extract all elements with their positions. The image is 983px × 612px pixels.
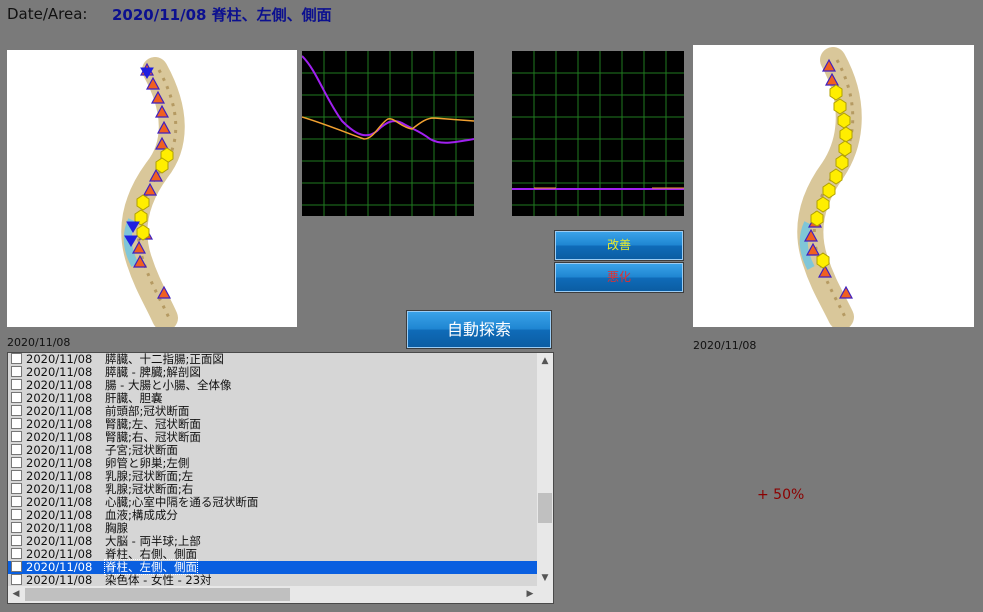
horizontal-scroll-thumb[interactable] [25,588,290,601]
scroll-down-icon[interactable]: ▼ [537,570,553,586]
list-item-checkbox[interactable] [11,366,22,377]
list-item-checkbox[interactable] [11,457,22,468]
horizontal-scrollbar[interactable]: ◀ ▶ [8,586,538,603]
scroll-right-icon[interactable]: ▶ [522,586,538,602]
list-item-checkbox[interactable] [11,470,22,481]
scrollbar-corner [537,586,553,603]
list-item-label: 子宮;冠状断面 [105,443,178,457]
date-area-value: 2020/11/08 脊柱、左側、側面 [112,6,332,24]
list-item-label: 乳腺;冠状断面;右 [105,482,194,496]
list-item-date: 2020/11/08 [26,573,93,587]
right-spine-image [693,45,974,327]
list-item-checkbox[interactable] [11,496,22,507]
list-item-label: 前頭部;冠状断面 [105,404,190,418]
session-list[interactable]: 2020/11/08 膵臓、十二指腸;正面図 2020/11/08 膵臓 - 脾臓;解… [7,352,554,604]
list-item-label: 乳腺;冠状断面;左 [105,469,194,483]
list-item-checkbox[interactable] [11,392,22,403]
list-item[interactable]: 2020/11/08 染色体 - 女性 - 23対 [8,574,538,586]
list-item-checkbox[interactable] [11,483,22,494]
vertical-scroll-thumb[interactable] [538,493,552,523]
list-item-label: 胸腺 [105,521,128,535]
list-item-label: 腎臓;左、冠状断面 [105,417,201,431]
list-item-label: 腎臓;右、冠状断面 [105,430,201,444]
list-item-checkbox[interactable] [11,574,22,585]
list-item-checkbox[interactable] [11,561,22,572]
list-item-label: 血液;構成成分 [105,508,178,522]
list-item-checkbox[interactable] [11,405,22,416]
auto-search-button[interactable]: 自動探索 [407,311,551,348]
left-image-date: 2020/11/08 [7,336,71,349]
list-item-checkbox[interactable] [11,509,22,520]
vertical-scrollbar[interactable]: ▲ ▼ [537,353,553,586]
list-item-checkbox[interactable] [11,379,22,390]
list-item-label: 卵管と卵巣;左側 [105,456,190,470]
trend-graph-right [512,51,684,216]
list-item-label: 脊柱、右側、側面 [105,547,197,561]
improve-button[interactable]: 改善 [555,231,683,260]
list-item-checkbox[interactable] [11,535,22,546]
list-item-label: 肝臓、胆嚢 [105,391,163,405]
percent-change: + 50% [757,487,805,503]
list-item-label: 大脳 - 両半球;上部 [105,534,201,548]
list-item-checkbox[interactable] [11,444,22,455]
list-item-checkbox[interactable] [11,431,22,442]
left-spine-image [7,50,297,327]
trend-graph-left [302,51,474,216]
session-list-rows: 2020/11/08 膵臓、十二指腸;正面図 2020/11/08 膵臓 - 脾臓;解… [8,353,538,586]
scroll-left-icon[interactable]: ◀ [8,586,24,602]
date-area-label: Date/Area: [7,5,88,23]
scroll-up-icon[interactable]: ▲ [537,353,553,369]
list-item-label: 膵臓 - 脾臓;解剖図 [105,365,201,379]
list-item-checkbox[interactable] [11,522,22,533]
list-item-checkbox[interactable] [11,353,22,364]
list-item-label: 脊柱、左側、側面 [104,559,198,575]
list-item-checkbox[interactable] [11,548,22,559]
worse-button[interactable]: 悪化 [555,263,683,292]
list-item-label: 腸 - 大腸と小腸、全体像 [105,378,232,392]
list-item-checkbox[interactable] [11,418,22,429]
list-item-label: 心臓;心室中隔を通る冠状断面 [105,495,259,509]
right-image-date: 2020/11/08 [693,339,757,352]
list-item-label: 染色体 - 女性 - 23対 [105,573,212,587]
